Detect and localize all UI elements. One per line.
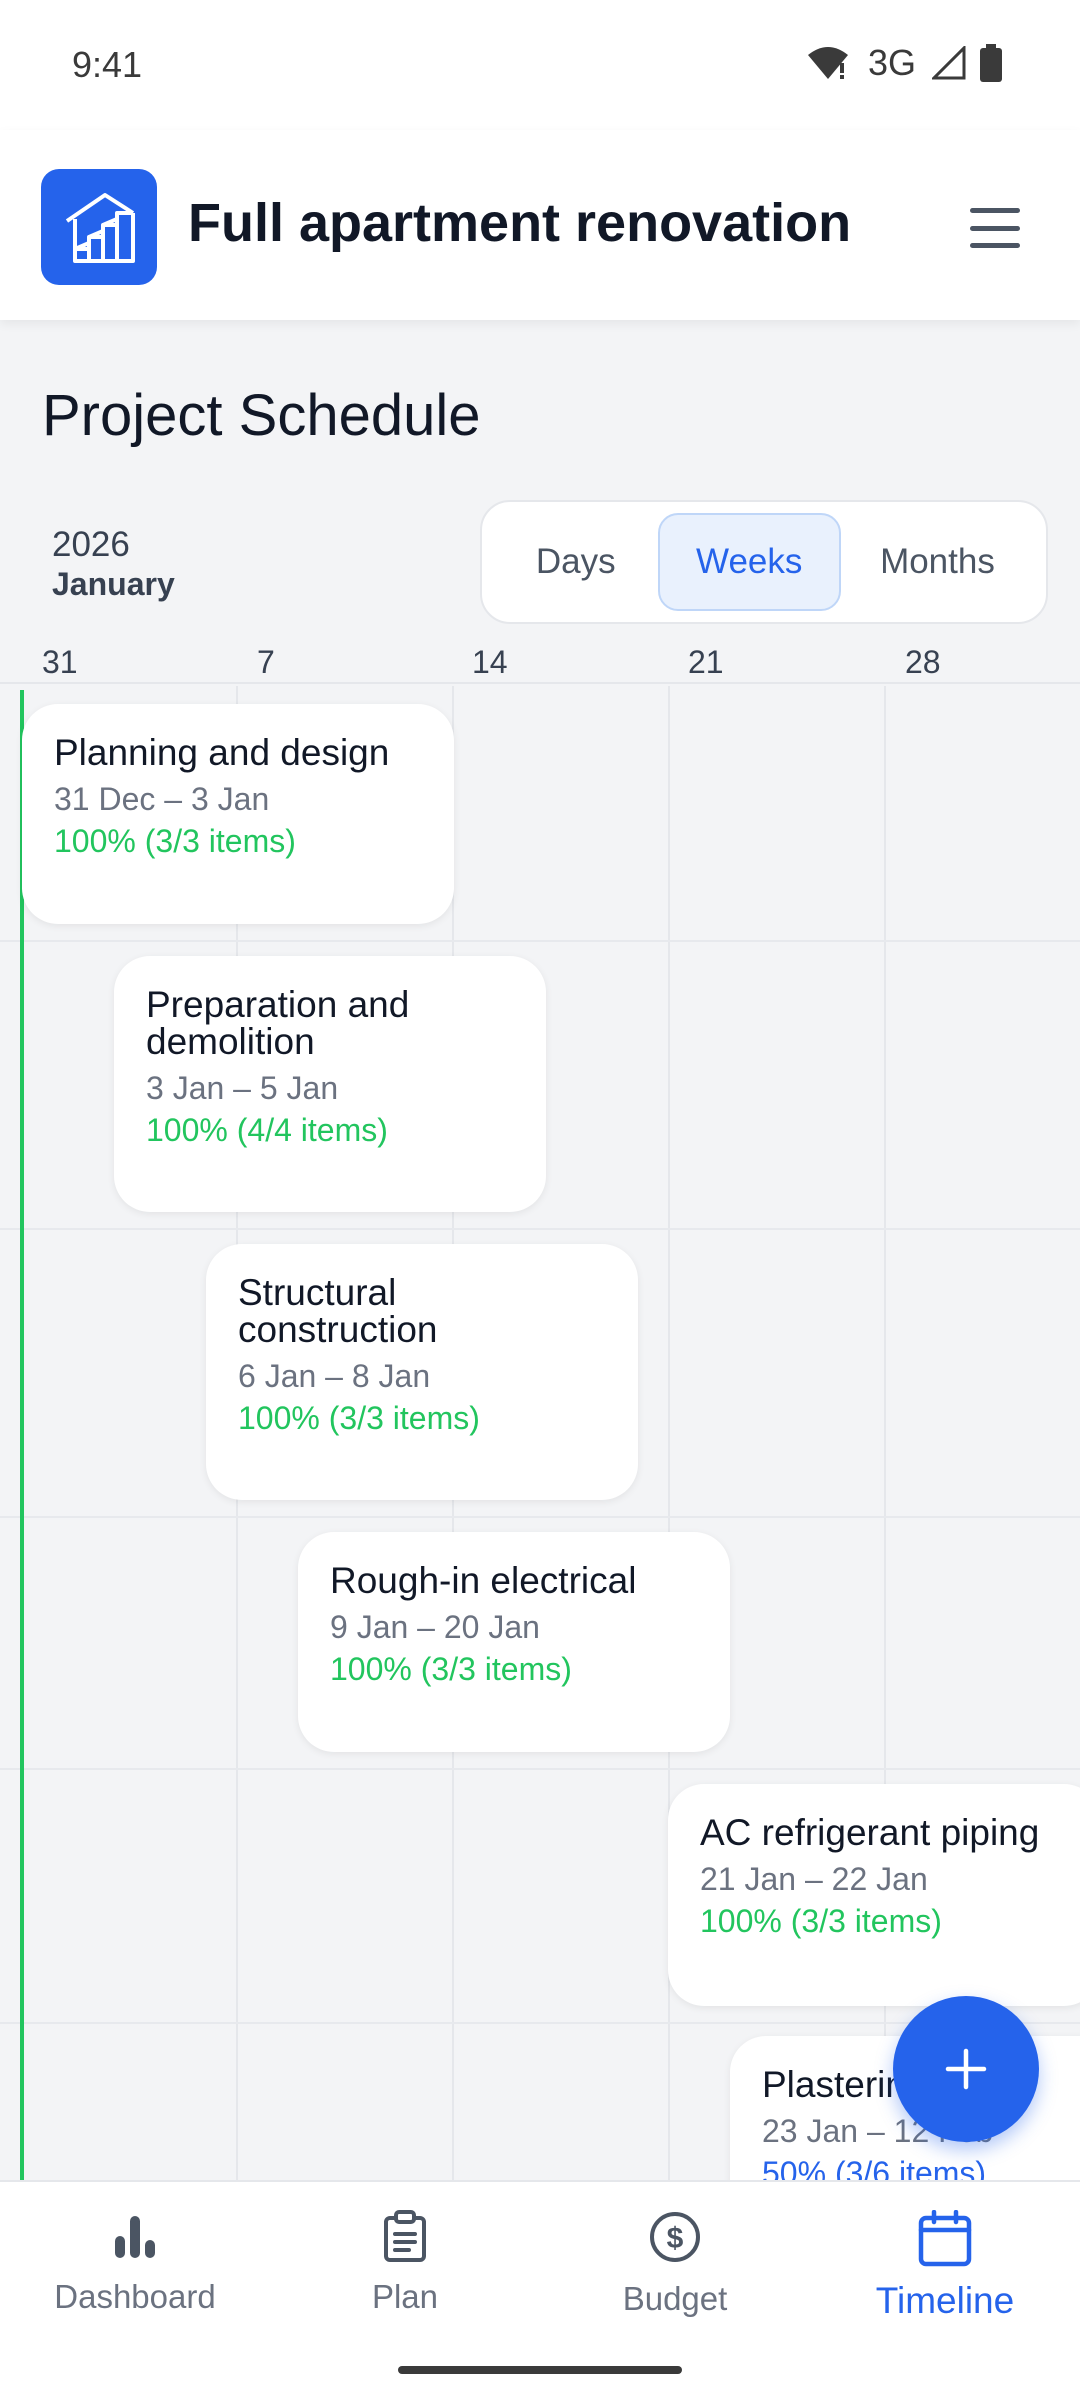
view-days-button[interactable]: Days xyxy=(494,513,658,611)
nav-label: Budget xyxy=(622,2280,728,2317)
view-mode-toggle: Days Weeks Months xyxy=(480,500,1048,624)
task-card[interactable]: Preparation and demolition 3 Jan – 5 Jan… xyxy=(114,956,546,1212)
week-tick: 31 xyxy=(42,644,78,680)
week-axis: 31 7 14 21 28 xyxy=(0,630,1080,684)
signal-icon xyxy=(932,46,966,80)
network-type: 3G xyxy=(867,42,916,83)
week-tick: 28 xyxy=(905,644,941,680)
task-name: Structural construction xyxy=(238,1272,438,1350)
task-dates: 9 Jan – 20 Jan xyxy=(330,1609,540,1645)
row-divider xyxy=(0,1768,1080,1770)
task-card[interactable]: Rough-in electrical 9 Jan – 20 Jan 100% … xyxy=(298,1532,730,1752)
plus-icon xyxy=(945,2048,987,2090)
project-title: Full apartment renovation xyxy=(188,193,852,253)
building-stairs-icon xyxy=(65,193,135,263)
nav-plan[interactable]: Plan xyxy=(270,2210,540,2316)
nav-label: Plan xyxy=(371,2278,439,2315)
view-weeks-button[interactable]: Weeks xyxy=(657,513,841,611)
task-progress: 100% (3/3 items) xyxy=(54,823,296,859)
today-marker xyxy=(20,690,24,2180)
period-month: January xyxy=(52,566,175,602)
period-year: 2026 xyxy=(52,525,130,564)
task-progress: 50% (3/6 items) xyxy=(762,2155,987,2180)
hamburger-menu-icon[interactable] xyxy=(970,208,1020,248)
dollar-circle-icon: $ xyxy=(650,2212,700,2262)
battery-icon xyxy=(980,44,1002,82)
week-tick: 14 xyxy=(472,644,508,680)
view-months-button[interactable]: Months xyxy=(841,513,1034,611)
task-progress: 100% (3/3 items) xyxy=(700,1903,942,1939)
nav-timeline[interactable]: Timeline xyxy=(810,2210,1080,2322)
task-dates: 31 Dec – 3 Jan xyxy=(54,781,270,817)
task-progress: 100% (3/3 items) xyxy=(238,1400,480,1436)
wifi-icon xyxy=(807,47,848,79)
task-dates: 6 Jan – 8 Jan xyxy=(238,1358,431,1394)
status-bar: 9:41 3G xyxy=(0,0,1080,130)
task-name: Rough-in electrical xyxy=(330,1560,637,1601)
add-task-button[interactable] xyxy=(893,1996,1039,2142)
nav-label: Timeline xyxy=(875,2280,1015,2321)
page-title: Project Schedule xyxy=(42,383,481,448)
status-icons: 3G xyxy=(806,42,1002,84)
week-tick: 21 xyxy=(688,644,724,680)
task-name: AC refrigerant piping xyxy=(700,1812,1040,1853)
task-progress: 100% (4/4 items) xyxy=(146,1112,388,1148)
schedule-view: Project Schedule 2026 January Days Weeks… xyxy=(0,320,1080,2180)
status-time: 9:41 xyxy=(72,44,143,85)
bar-chart-icon xyxy=(115,2216,155,2258)
nav-dashboard[interactable]: Dashboard xyxy=(0,2210,270,2316)
nav-budget[interactable]: $ Budget xyxy=(540,2210,810,2318)
task-name: Planning and design xyxy=(54,732,390,773)
task-card[interactable]: Structural construction 6 Jan – 8 Jan 10… xyxy=(206,1244,638,1500)
app-logo xyxy=(41,169,157,285)
task-progress: 100% (3/3 items) xyxy=(330,1651,572,1687)
task-dates: 21 Jan – 22 Jan xyxy=(700,1861,928,1897)
nav-label: Dashboard xyxy=(54,2278,216,2315)
period-label: 2026 January xyxy=(52,525,175,603)
clipboard-icon xyxy=(384,2210,426,2262)
task-card[interactable]: Planning and design 31 Dec – 3 Jan 100% … xyxy=(22,704,454,924)
row-divider xyxy=(0,940,1080,942)
task-name: Preparation and demolition xyxy=(146,984,410,1062)
week-tick: 7 xyxy=(257,644,275,680)
row-divider xyxy=(0,1516,1080,1518)
home-indicator xyxy=(398,2366,682,2374)
task-dates: 3 Jan – 5 Jan xyxy=(146,1070,339,1106)
app-header: Full apartment renovation xyxy=(0,130,1080,320)
row-divider xyxy=(0,1228,1080,1230)
svg-text:$: $ xyxy=(667,2222,684,2255)
calendar-icon xyxy=(918,2210,972,2267)
task-card[interactable]: AC refrigerant piping 21 Jan – 22 Jan 10… xyxy=(668,1784,1080,2006)
